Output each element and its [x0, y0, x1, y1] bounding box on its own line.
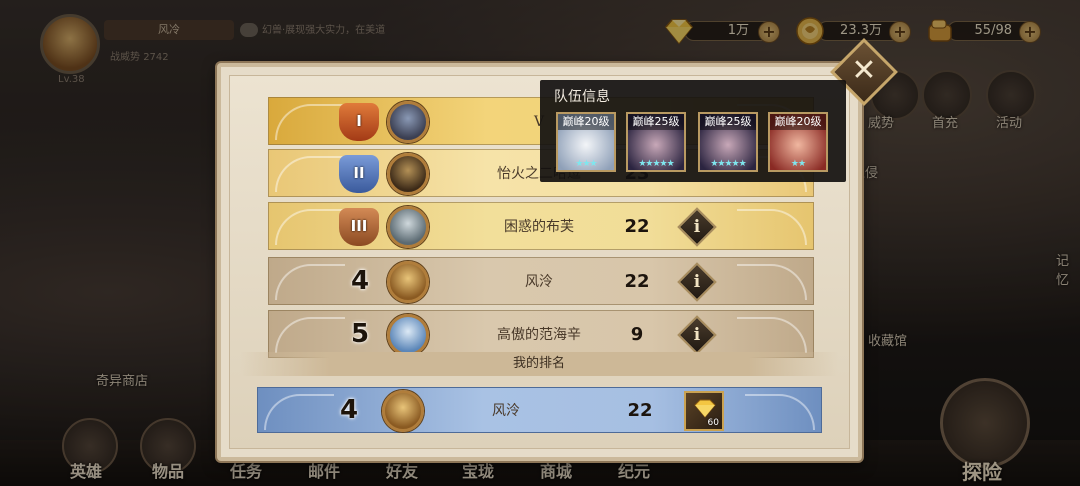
- team-member-card[interactable]: 巅峰25级 ★★★★★: [698, 112, 758, 172]
- hero-portrait[interactable]: [387, 206, 429, 248]
- reward-item[interactable]: 60: [684, 391, 724, 431]
- rank-number: 4: [350, 266, 370, 296]
- team-member-stars: ★★★★★: [638, 159, 674, 169]
- team-member-tier: 巅峰25级: [700, 114, 756, 130]
- hero-portrait[interactable]: [387, 101, 429, 143]
- close-icon[interactable]: ✕: [840, 48, 888, 96]
- row-ornament-left: [275, 104, 345, 140]
- row-ornament-right: [737, 317, 807, 353]
- row-ornament-left: [275, 209, 345, 245]
- hero-portrait[interactable]: [387, 261, 429, 303]
- score: 22: [627, 400, 653, 421]
- player-name: 风泠: [492, 403, 520, 419]
- rank-badge-silver: II: [339, 155, 379, 193]
- row-ornament-right: [737, 209, 807, 245]
- reward-quantity: 60: [707, 418, 719, 428]
- info-icon[interactable]: i: [683, 213, 711, 241]
- row-ornament-left: [275, 317, 345, 353]
- team-member-stars: ★★★★★: [710, 159, 746, 169]
- rank-number: 4: [339, 395, 359, 425]
- score: 22: [624, 271, 650, 292]
- hero-portrait[interactable]: [387, 314, 429, 356]
- info-icon[interactable]: i: [683, 321, 711, 349]
- row-ornament-left: [275, 264, 345, 300]
- team-member-tier: 巅峰25级: [628, 114, 684, 130]
- gem-icon: [694, 399, 716, 418]
- row-ornament-left: [275, 156, 345, 192]
- team-member-tier: 巅峰20级: [770, 114, 826, 130]
- team-member-tier: 巅峰20级: [558, 114, 614, 130]
- rank-badge-bronze: III: [339, 208, 379, 246]
- team-member-card[interactable]: 巅峰20级 ★★: [768, 112, 828, 172]
- my-rank-row[interactable]: 4 风泠 22 60: [257, 387, 822, 433]
- rank-number: 5: [350, 319, 370, 349]
- player-name: 困惑的布芙: [504, 219, 574, 235]
- team-info-title: 队伍信息: [554, 89, 610, 105]
- team-member-card[interactable]: 巅峰25级 ★★★★★: [626, 112, 686, 172]
- leaderboard-row[interactable]: 4 风泠 22 i: [268, 257, 814, 305]
- team-member-stars: ★★★: [575, 159, 597, 169]
- rank-badge-gold: I: [339, 103, 379, 141]
- team-member-card[interactable]: 巅峰20级 ★★★: [556, 112, 616, 172]
- row-ornament-left: [264, 394, 334, 430]
- score: 22: [624, 216, 650, 237]
- hero-portrait[interactable]: [387, 153, 429, 195]
- team-info-popup: 队伍信息 巅峰20级 ★★★ 巅峰25级 ★★★★★ 巅峰25级 ★★★★★ 巅…: [540, 80, 846, 182]
- leaderboard-row[interactable]: III 困惑的布芙 22 i: [268, 202, 814, 250]
- team-member-stars: ★★: [790, 159, 806, 169]
- my-rank-header: 我的排名: [240, 352, 838, 376]
- row-ornament-right: [745, 394, 815, 430]
- row-ornament-right: [737, 264, 807, 300]
- info-icon[interactable]: i: [683, 268, 711, 296]
- player-name: 风泠: [525, 274, 553, 290]
- leaderboard-row[interactable]: 5 高傲的范海辛 9 i: [268, 310, 814, 358]
